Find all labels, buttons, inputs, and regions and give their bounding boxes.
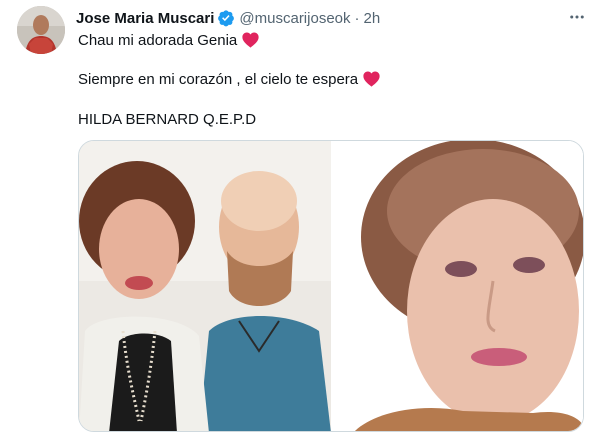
tweet-line-text: Siempre en mi corazón , el cielo te espe…	[78, 71, 359, 88]
separator-dot: ·	[354, 9, 360, 27]
tweet-text-line-2: Siempre en mi corazón , el cielo te espe…	[78, 70, 381, 90]
tweet-header: Jose Maria Muscari @muscarijoseok · 2h	[76, 8, 576, 28]
tweet-line-text: Chau mi adorada Genia	[78, 32, 238, 49]
tweet-line-text: HILDA BERNARD Q.E.P.D	[78, 111, 257, 128]
author-handle[interactable]: @muscarijoseok	[239, 10, 350, 27]
heart-icon	[241, 31, 260, 48]
heart-icon	[362, 70, 381, 87]
verified-badge-icon	[217, 9, 235, 27]
timestamp[interactable]: 2h	[364, 10, 381, 27]
tweet-text-line-1: Chau mi adorada Genia	[78, 31, 260, 51]
avatar[interactable]	[17, 6, 65, 54]
author-name[interactable]: Jose Maria Muscari	[76, 10, 214, 27]
media-photo-2[interactable]	[333, 141, 583, 431]
tweet-text-line-3: HILDA BERNARD Q.E.P.D	[78, 110, 256, 130]
more-options-icon[interactable]	[566, 6, 588, 28]
tweet-media-grid[interactable]	[78, 140, 584, 432]
media-photo-1[interactable]	[79, 141, 331, 431]
tweet[interactable]: Jose Maria Muscari @muscarijoseok · 2h C…	[0, 0, 606, 432]
